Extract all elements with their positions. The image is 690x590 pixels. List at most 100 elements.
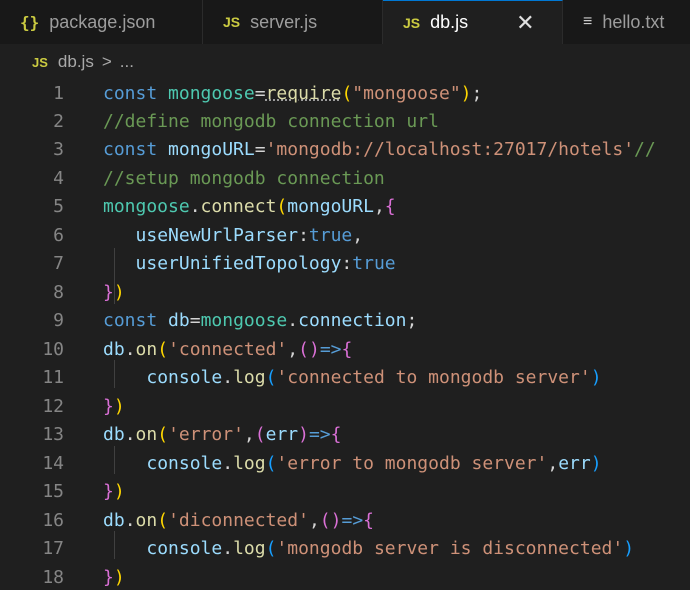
code-token: err [558, 453, 591, 474]
code-line[interactable]: 11 console.log('connected to mongodb ser… [0, 364, 690, 392]
code-text: db.on('diconnected',()=>{ [103, 507, 374, 535]
code-token: , [308, 510, 320, 531]
line-number: 7 [53, 253, 64, 274]
line-number: 13 [42, 424, 64, 445]
code-text: db.on('connected',()=>{ [103, 336, 352, 364]
line-number: 18 [42, 567, 64, 588]
code-line[interactable]: 5 mongoose.connect(mongoURL,{ [0, 193, 690, 221]
code-token: ) [113, 282, 125, 303]
code-token: . [189, 196, 201, 217]
code-text: }) [103, 564, 125, 590]
tab-hello-txt[interactable]: ≡ hello.txt [563, 0, 690, 44]
code-token: ) [298, 424, 309, 445]
breadcrumb: JS db.js > ... [0, 44, 690, 80]
code-token: ) [113, 567, 125, 588]
code-token: connect [200, 196, 277, 217]
line-number: 8 [53, 282, 64, 303]
code-token: { [330, 424, 342, 445]
code-token: = [254, 139, 266, 160]
code-line[interactable]: 1 const mongoose=require("mongoose"); [0, 80, 690, 108]
code-token: console [146, 538, 223, 559]
code-text: const mongoose=require("mongoose"); [103, 80, 482, 108]
code-text: console.log('mongodb server is disconnec… [103, 535, 634, 563]
code-line[interactable]: 12}) [0, 393, 690, 421]
code-token: . [287, 310, 299, 331]
code-token: ) [113, 396, 125, 417]
line-number: 11 [42, 367, 64, 388]
code-line[interactable]: 16 db.on('diconnected',()=>{ [0, 507, 690, 535]
code-token: on [135, 339, 158, 360]
code-token: () [298, 339, 320, 360]
code-token: { [341, 339, 353, 360]
code-line[interactable]: 15}) [0, 478, 690, 506]
code-token: ( [276, 196, 288, 217]
code-token: . [124, 510, 136, 531]
code-line[interactable]: 17 console.log('mongodb server is discon… [0, 535, 690, 563]
code-token: useNewUrlParser [135, 225, 299, 246]
code-token: console [146, 367, 223, 388]
tab-label: db.js [430, 12, 469, 32]
code-line[interactable]: 9 const db=mongoose.connection; [0, 307, 690, 335]
code-line[interactable]: 14 console.log('error to mongodb server'… [0, 450, 690, 478]
code-editor[interactable]: 1 const mongoose=require("mongoose"); 2 //d… [0, 80, 690, 590]
code-token: ) [113, 481, 125, 502]
code-token: ( [265, 538, 277, 559]
code-token: , [547, 453, 559, 474]
code-token: require [265, 83, 342, 104]
js-file-icon: JS [223, 14, 241, 30]
code-token: => [319, 339, 342, 360]
code-token: mongoose [168, 83, 255, 104]
code-line[interactable]: 18}) [0, 564, 690, 590]
chevron-right-icon: > [101, 52, 112, 71]
code-line[interactable]: 7 userUnifiedTopology:true [0, 250, 690, 278]
breadcrumb-file[interactable]: db.js [58, 52, 94, 72]
code-token: ) [460, 83, 472, 104]
code-text: //define mongodb connection url [103, 108, 439, 136]
code-line[interactable]: 3 const mongoURL='mongodb://localhost:270… [0, 136, 690, 164]
code-text: //setup mongodb connection [103, 165, 385, 193]
line-number: 6 [53, 225, 64, 246]
code-token: const [103, 139, 169, 160]
code-text: console.log('error to mongodb server',er… [103, 450, 601, 478]
tab-package-json[interactable]: {} package.json [0, 0, 203, 44]
code-line[interactable]: 8}) [0, 279, 690, 307]
code-line[interactable]: 10 db.on('connected',()=>{ [0, 336, 690, 364]
code-token: ( [157, 424, 169, 445]
code-token: ( [341, 83, 353, 104]
code-token: //define mongodb connection url [103, 111, 439, 132]
code-token: 'error to mongodb server' [276, 453, 548, 474]
code-line[interactable]: 4 //setup mongodb connection [0, 165, 690, 193]
code-token: . [124, 339, 136, 360]
code-token: 'error' [168, 424, 244, 445]
code-token: = [189, 310, 201, 331]
tab-bar: {} package.json JS server.js JS db.js ✕ … [0, 0, 690, 44]
code-token: () [319, 510, 342, 531]
line-number: 2 [53, 111, 64, 132]
code-token: const [103, 83, 169, 104]
line-number: 1 [53, 83, 64, 104]
code-token: ( [265, 453, 277, 474]
js-file-icon: JS [403, 14, 421, 31]
close-icon[interactable]: ✕ [516, 11, 534, 34]
code-token: 'connected' [168, 339, 288, 360]
code-token: ) [590, 367, 602, 388]
code-token: . [124, 424, 136, 445]
code-token: , [352, 225, 364, 246]
tab-server-js[interactable]: JS server.js [203, 0, 383, 44]
code-line[interactable]: 13 db.on('error',(err)=>{ [0, 421, 690, 449]
code-line[interactable]: 6 useNewUrlParser:true, [0, 222, 690, 250]
breadcrumb-more[interactable]: ... [120, 52, 134, 72]
code-token: => [308, 424, 331, 445]
code-token: ) [623, 538, 635, 559]
tab-db-js[interactable]: JS db.js ✕ [383, 0, 563, 44]
code-token: 'mongodb://localhost:27017/hotels' [265, 139, 635, 160]
code-token: mongoURL [287, 196, 374, 217]
line-number: 3 [53, 139, 64, 160]
code-line[interactable]: 2 //define mongodb connection url [0, 108, 690, 136]
js-file-icon: JS [32, 54, 48, 70]
